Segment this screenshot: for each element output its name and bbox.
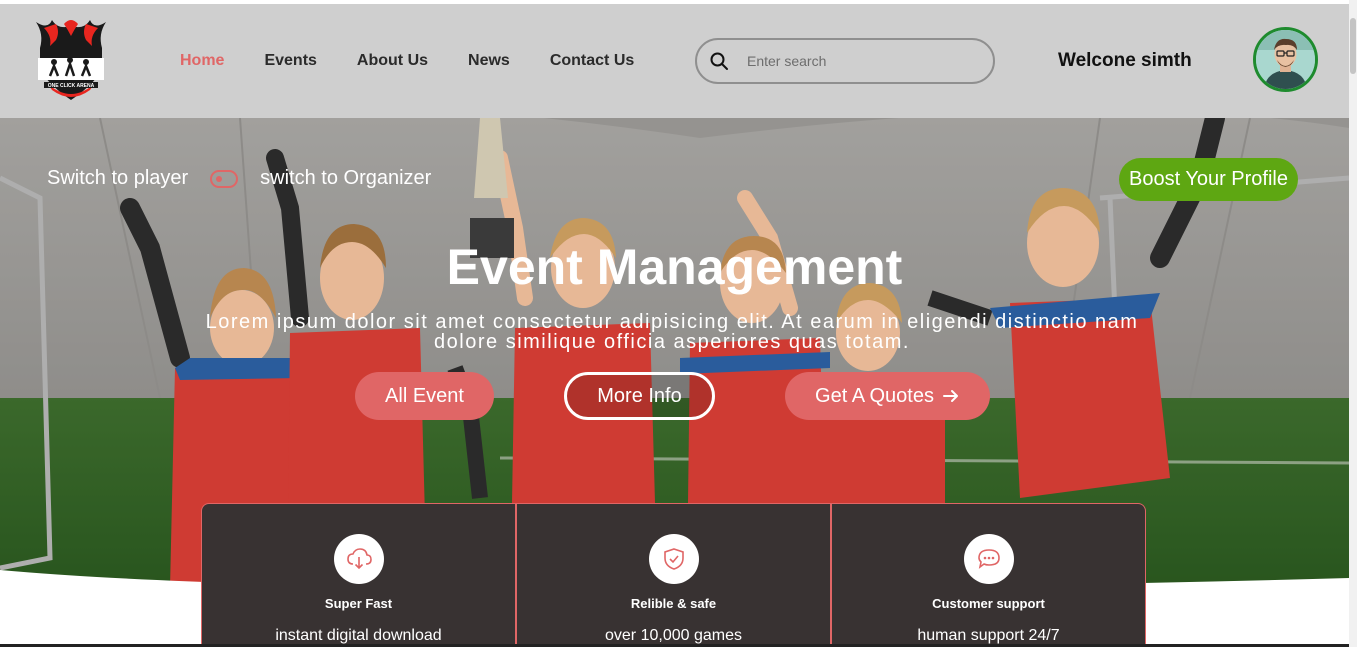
feature-title: Relible & safe	[630, 596, 717, 611]
user-avatar[interactable]	[1253, 27, 1318, 92]
nav-home[interactable]: Home	[180, 52, 224, 70]
welcome-text: Welcone simth	[1058, 50, 1192, 71]
arrow-right-icon	[942, 390, 958, 402]
nav-about-us[interactable]: About Us	[357, 52, 428, 70]
feature-subtitle: over 10,000 games	[605, 627, 742, 644]
boost-profile-button[interactable]: Boost Your Profile	[1119, 158, 1298, 201]
get-quotes-label: Get A Quotes	[815, 384, 934, 407]
features-row: Super Fast instant digital download Reli…	[201, 503, 1146, 647]
site-header: ONE CLICK ARENA Home Events About Us New…	[0, 4, 1349, 118]
role-toggle[interactable]	[210, 169, 239, 188]
chat-bubble-icon	[963, 534, 1014, 584]
cloud-download-icon	[333, 534, 384, 584]
search-icon[interactable]	[709, 51, 729, 71]
role-switch: Switch to player switch to Organizer	[47, 167, 431, 190]
feature-card-reliable-safe: Relible & safe over 10,000 games	[516, 503, 831, 647]
feature-card-super-fast: Super Fast instant digital download	[201, 503, 516, 647]
nav-contact-us[interactable]: Contact Us	[550, 52, 634, 70]
hero-description: Lorem ipsum dolor sit amet consectetur a…	[205, 311, 1139, 353]
nav-events[interactable]: Events	[264, 52, 316, 70]
get-quotes-button[interactable]: Get A Quotes	[785, 372, 990, 420]
main-nav: Home Events About Us News Contact Us	[180, 4, 674, 118]
avatar-image	[1256, 30, 1315, 89]
scrollbar-thumb[interactable]	[1350, 18, 1356, 74]
shield-check-icon	[648, 534, 699, 584]
feature-title: Customer support	[932, 596, 1045, 611]
logo-wordmark: ONE CLICK ARENA	[48, 83, 95, 89]
feature-subtitle: human support 24/7	[917, 627, 1060, 644]
more-info-button[interactable]: More Info	[564, 372, 715, 420]
all-event-button[interactable]: All Event	[355, 372, 494, 420]
page-scrollbar[interactable]	[1349, 0, 1357, 647]
feature-card-customer-support: Customer support human support 24/7	[831, 503, 1146, 647]
feature-title: Super Fast	[324, 596, 393, 611]
search-box[interactable]	[695, 38, 995, 84]
brand-logo[interactable]: ONE CLICK ARENA	[30, 14, 112, 106]
search-input[interactable]	[747, 53, 967, 69]
nav-news[interactable]: News	[468, 52, 510, 70]
switch-to-organizer-label: switch to Organizer	[260, 167, 432, 189]
toggle-knob	[216, 175, 223, 182]
hero-title: Event Management	[446, 239, 903, 295]
feature-subtitle: instant digital download	[275, 627, 442, 644]
switch-to-player-label: Switch to player	[47, 167, 189, 189]
